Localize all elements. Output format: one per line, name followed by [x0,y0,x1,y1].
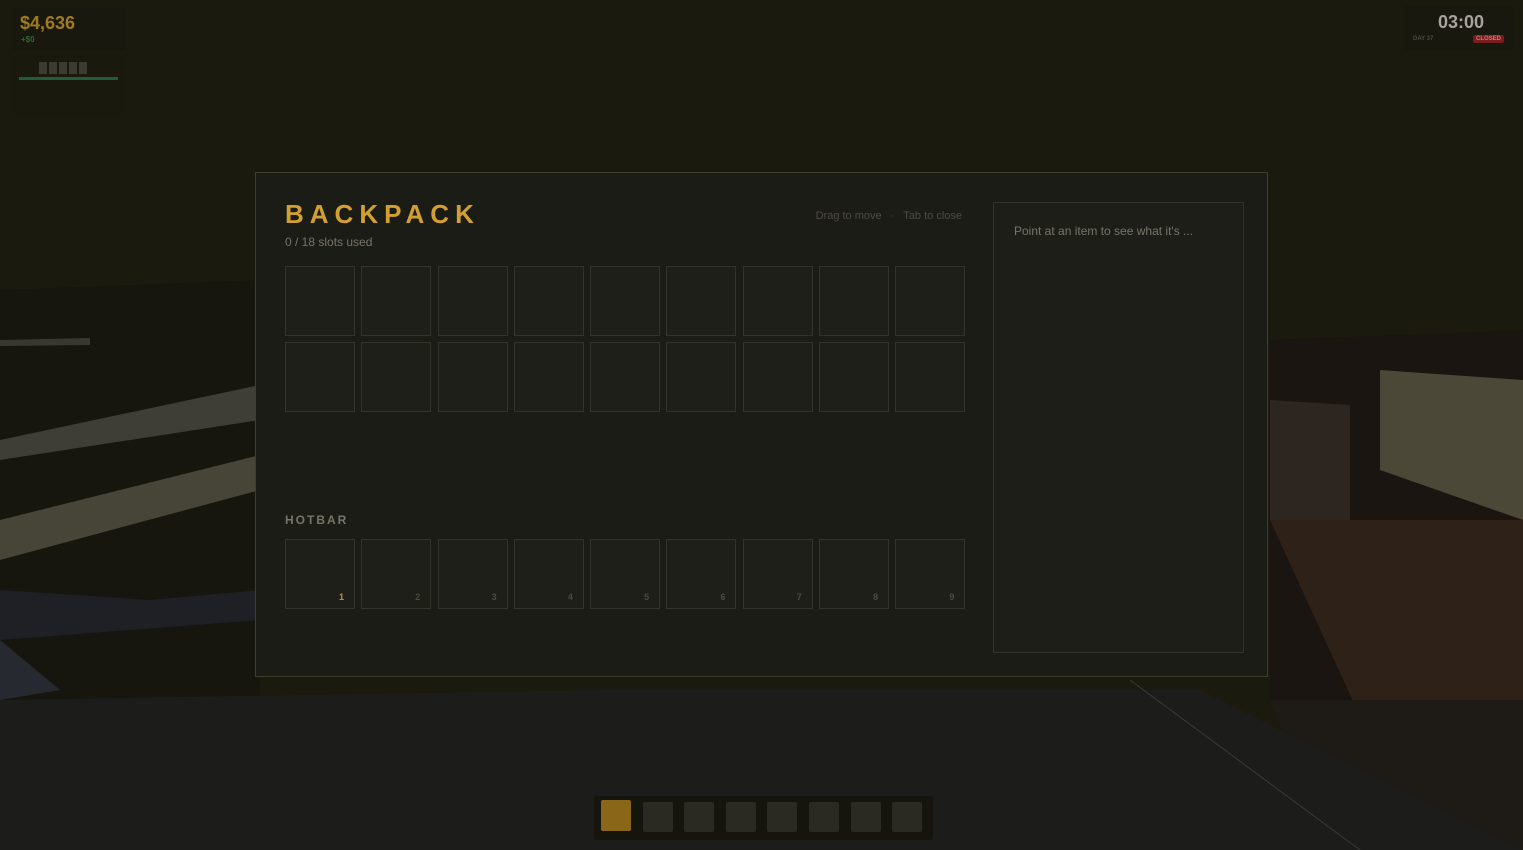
money-delta: +$0 [21,35,35,44]
backpack-slot[interactable] [742,266,813,336]
backpack-slot[interactable] [285,266,355,336]
quickbar-slot[interactable] [850,802,881,832]
hotbar-label: HOTBAR [285,513,349,527]
backpack-slot[interactable] [666,266,737,336]
hotbar-slot[interactable]: 4 [513,539,584,609]
backpack-slot[interactable] [513,342,584,412]
money-value: $4,636 [20,13,76,33]
backpack-slot[interactable] [819,342,890,412]
backpack-slot[interactable] [437,342,508,412]
quickbar-slot[interactable] [601,800,631,831]
hotbar-slot[interactable]: 5 [590,539,661,609]
backpack-slot[interactable] [895,342,966,412]
quickbar [594,796,933,840]
quickbar-slot[interactable] [684,802,715,832]
hotbar-slot-number: 9 [949,592,955,602]
backpack-slot[interactable] [513,266,584,336]
hotbar-slot[interactable]: 6 [666,539,737,609]
hotbar-slot-number: 5 [644,592,650,602]
stamina-segment [39,62,47,74]
hint-tab-close: Tab to close [903,210,962,222]
hotbar-slot-number: 6 [720,592,726,602]
backpack-slot[interactable] [590,266,661,336]
shop-status-badge: CLOSED [1472,35,1504,43]
backpack-title: BACKPACK [285,199,480,229]
stamina-segment [69,62,77,74]
backpack-window[interactable]: BACKPACK 0 / 18 slots used Drag to move … [255,172,1268,677]
hotbar-slot-number: 4 [567,592,573,602]
stamina-segment [79,62,87,74]
window-hints: Drag to move · Tab to close [816,210,962,222]
clock-panel: 03:00 DAY 37 CLOSED [1404,6,1514,50]
stamina-segment [49,62,57,74]
hotbar-slot-number: 3 [491,592,497,602]
quickbar-slot[interactable] [892,802,923,832]
stamina-bar [19,77,118,80]
hotbar-slot-number: 8 [873,592,879,602]
money-panel: $4,636 +$0 [12,8,126,50]
backpack-slot[interactable] [666,342,737,412]
day-label: DAY 37 [1413,36,1434,42]
hotbar-slot[interactable]: 7 [742,539,813,609]
hotbar-slot[interactable]: 3 [437,539,508,609]
item-details-panel: Point at an item to see what it's ... [993,202,1244,653]
quickbar-slot[interactable] [725,802,756,832]
hotbar-grid: 1 2 3 4 5 6 7 8 9 [285,539,966,609]
quickbar-slot[interactable] [642,802,673,832]
stamina-segment [59,62,67,74]
backpack-slot[interactable] [895,266,966,336]
backpack-slot[interactable] [285,342,355,412]
hotbar-slot[interactable]: 1 [285,539,355,609]
quickbar-slot[interactable] [809,802,839,832]
backpack-slot[interactable] [361,266,432,336]
slots-used-text: 0 / 18 slots used [285,235,373,249]
item-details-placeholder: Point at an item to see what it's ... [1014,224,1194,238]
hint-separator: · [890,210,895,222]
backpack-slot[interactable] [819,266,890,336]
stamina-panel [12,56,126,114]
hotbar-slot-number: 1 [338,592,344,602]
backpack-slot[interactable] [590,342,661,412]
clock-time: 03:00 [1437,12,1484,32]
hotbar-slot[interactable]: 9 [895,539,966,609]
stamina-segments [39,62,87,74]
backpack-slot[interactable] [437,266,508,336]
hotbar-slot[interactable]: 2 [361,539,432,609]
quickbar-slot[interactable] [767,802,798,832]
hotbar-slot[interactable]: 8 [819,539,890,609]
hint-drag-move: Drag to move [815,210,882,222]
backpack-slot[interactable] [361,342,432,412]
hotbar-slot-number: 2 [415,592,421,602]
hotbar-slot-number: 7 [796,592,802,602]
backpack-slot[interactable] [742,342,813,412]
backpack-grid [285,266,966,412]
